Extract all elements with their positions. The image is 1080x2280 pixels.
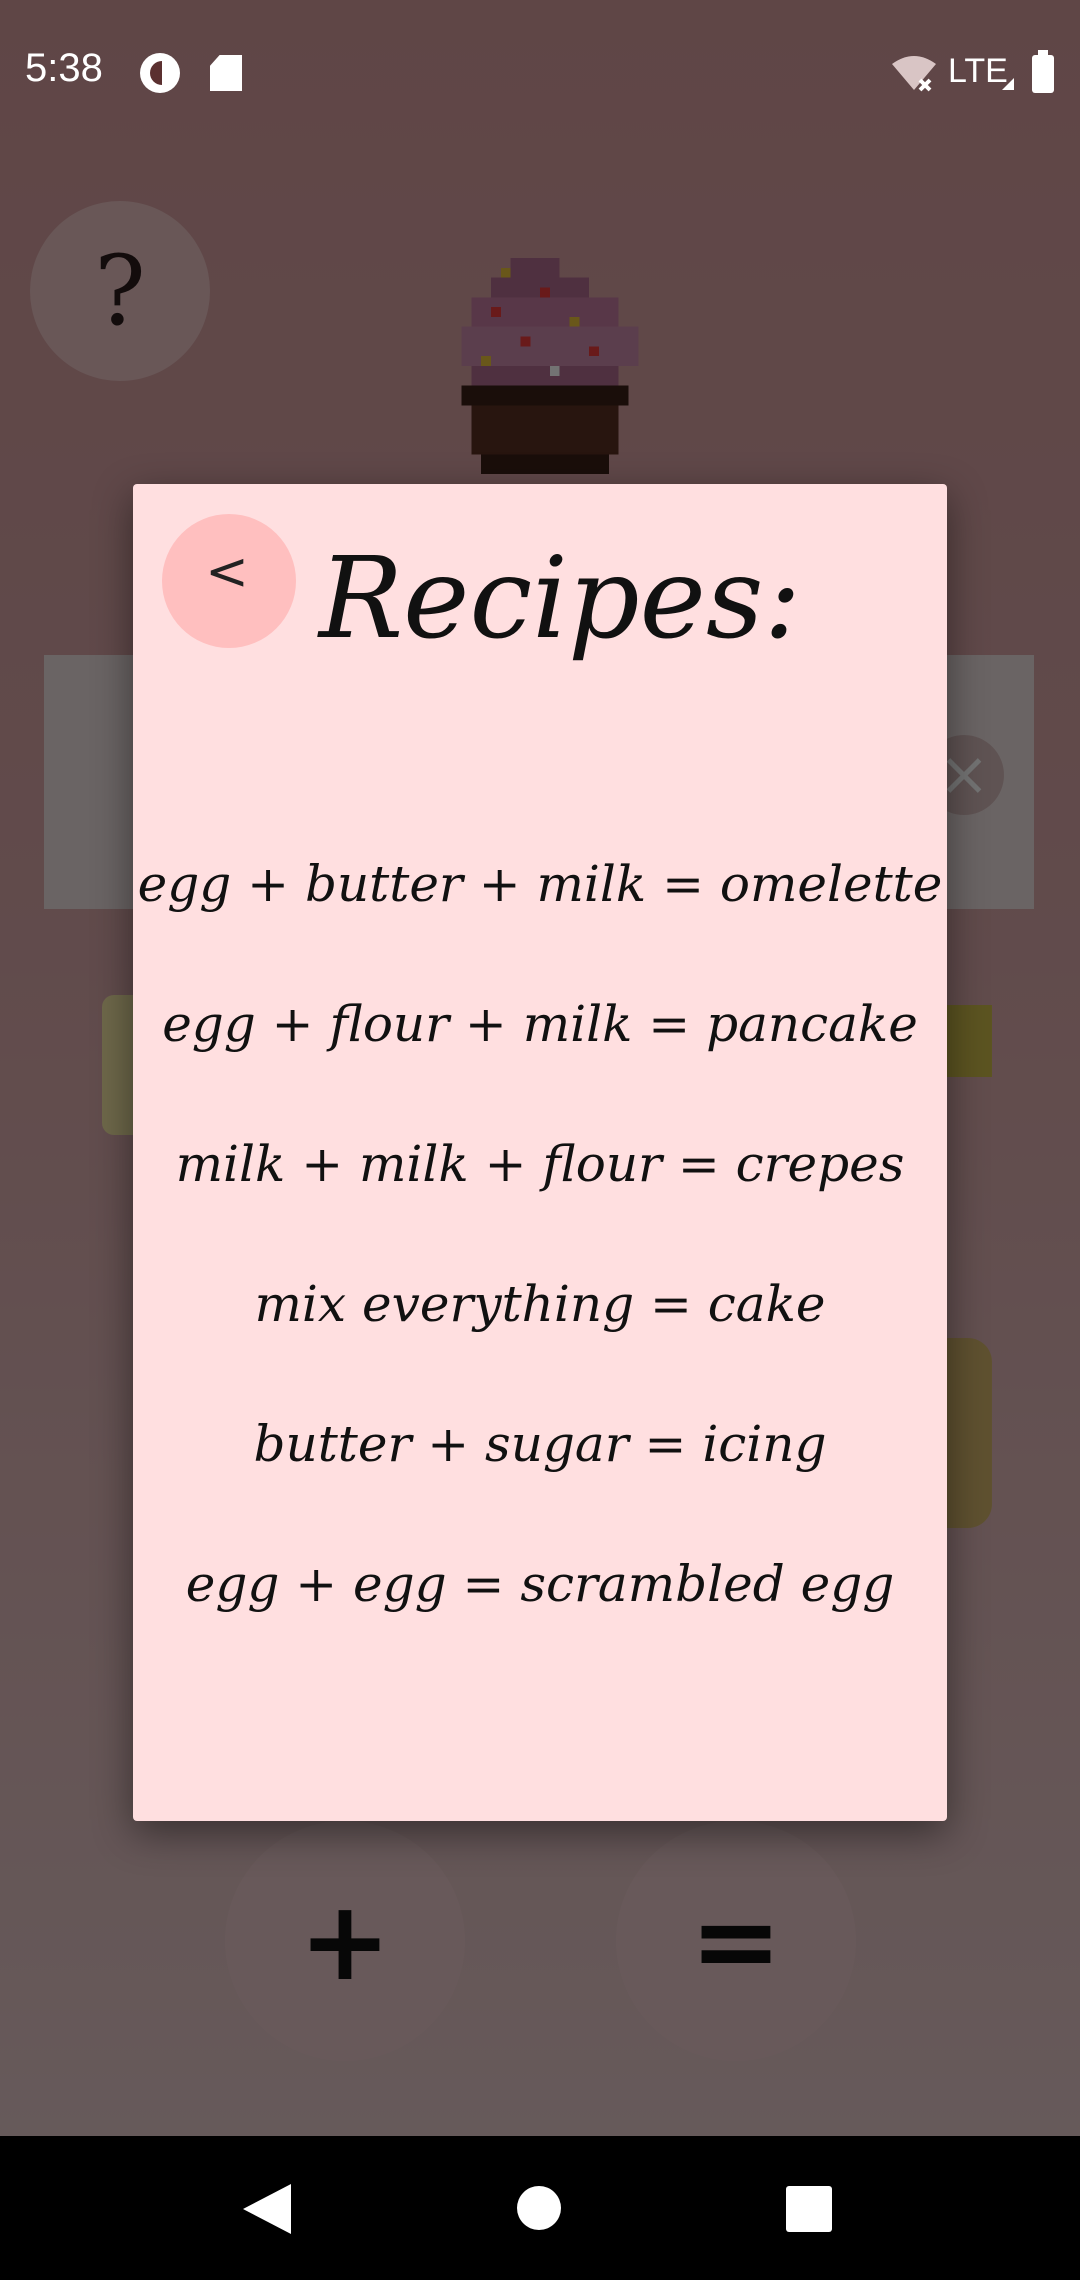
sd-card-icon: [210, 55, 242, 91]
recipe-list: egg + butter + milk = omelette egg + flo…: [133, 814, 947, 1654]
dialog-title: Recipes:: [318, 534, 802, 664]
nav-recents-icon[interactable]: [786, 2186, 832, 2232]
status-bar: 5:38 LTE: [0, 0, 1080, 148]
recipe-item: egg + flour + milk = pancake: [162, 995, 918, 1053]
wifi-off-icon: [892, 56, 936, 92]
network-type: LTE: [948, 52, 1008, 90]
status-time: 5:38: [25, 46, 103, 90]
recipes-dialog: < Recipes: egg + butter + milk = omelett…: [133, 484, 947, 1821]
nav-back-icon[interactable]: [243, 2184, 291, 2234]
recipe-item: butter + sugar = icing: [253, 1415, 827, 1473]
recipe-item: egg + egg = scrambled egg: [185, 1555, 895, 1613]
navigation-bar: [0, 2136, 1080, 2280]
recipe-item: mix everything = cake: [254, 1275, 826, 1333]
data-saver-icon: [140, 53, 180, 93]
battery-icon: [1032, 50, 1054, 93]
recipe-item: milk + milk + flour = crepes: [175, 1135, 905, 1193]
nav-home-icon[interactable]: [517, 2186, 561, 2230]
recipe-item: egg + butter + milk = omelette: [137, 855, 943, 913]
